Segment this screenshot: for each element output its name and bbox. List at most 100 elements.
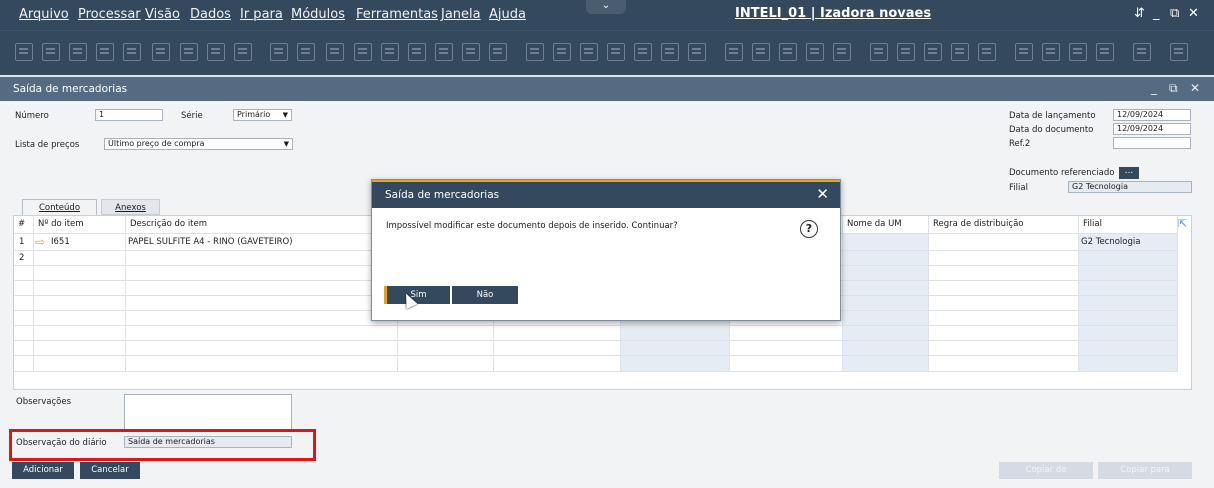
document-draft-icon[interactable] <box>1096 43 1114 61</box>
window-icon[interactable] <box>1133 43 1151 61</box>
dialog-close-icon[interactable]: ✕ <box>816 185 829 203</box>
payment-icon[interactable] <box>607 43 625 61</box>
launch-icon[interactable] <box>234 43 252 61</box>
exchange-rate-icon[interactable] <box>897 43 915 61</box>
col-header-regra[interactable]: Regra de distribuição <box>929 216 1023 233</box>
lista-precos-select[interactable]: Último preço de compra ▼ <box>104 138 293 150</box>
grid-line <box>14 371 1178 372</box>
menu-janela[interactable]: Janela <box>441 7 481 22</box>
col-header-filial[interactable]: Filial <box>1079 216 1102 233</box>
company-name[interactable]: INTELI_01 | Izadora novaes <box>735 6 931 21</box>
nao-button[interactable]: Não <box>452 286 518 304</box>
col-header-descricao[interactable]: Descrição do item <box>126 216 207 233</box>
help-icon[interactable] <box>1170 43 1188 61</box>
dropdown-arrow-icon[interactable]: ▼ <box>283 110 288 120</box>
data-documento-field[interactable]: 12/09/2024 <box>1113 123 1191 135</box>
sort-table-icon[interactable] <box>489 43 507 61</box>
add-icon[interactable] <box>297 43 315 61</box>
grid-line <box>928 216 929 371</box>
link-arrow-icon[interactable]: ⇨ <box>35 235 45 249</box>
data-lancamento-field[interactable]: 12/09/2024 <box>1113 109 1191 121</box>
menu-ferramentas[interactable]: Ferramentas <box>356 7 438 22</box>
col-header-nome-um[interactable]: Nome da UM <box>843 216 902 233</box>
refresh-icon[interactable] <box>435 43 453 61</box>
menu-dados[interactable]: Dados <box>190 7 231 22</box>
message-icon[interactable] <box>806 43 824 61</box>
first-record-icon[interactable] <box>326 43 344 61</box>
sms-icon[interactable] <box>123 43 141 61</box>
form-settings-icon[interactable] <box>779 43 797 61</box>
find-icon[interactable] <box>270 43 288 61</box>
pdf-icon[interactable] <box>207 43 225 61</box>
excel-icon[interactable] <box>152 43 170 61</box>
doc-restore-icon[interactable]: ⧉ <box>1169 81 1178 96</box>
volume-weight-icon[interactable] <box>688 43 706 61</box>
dropdown-arrow-icon[interactable]: ▼ <box>284 139 289 149</box>
menu-ajuda[interactable]: Ajuda <box>489 7 526 22</box>
calculator-icon[interactable] <box>870 43 888 61</box>
tab-conteudo[interactable]: Conteúdo <box>22 199 97 215</box>
menu-visao[interactable]: Visão <box>145 7 180 22</box>
menu-ir-para[interactable]: Ir para <box>240 7 283 22</box>
preview-icon[interactable] <box>15 43 33 61</box>
email-icon[interactable] <box>96 43 114 61</box>
gross-profit-icon[interactable] <box>661 43 679 61</box>
menu-processar[interactable]: Processar <box>78 7 141 22</box>
observacoes-field[interactable] <box>124 394 292 432</box>
ref2-field[interactable] <box>1113 137 1191 149</box>
word-icon[interactable] <box>180 43 198 61</box>
chevron-down-icon[interactable]: ⌄ <box>586 0 626 14</box>
col-header-num[interactable]: # <box>14 216 25 233</box>
cancelar-button[interactable]: Cancelar <box>80 462 140 479</box>
calendar-icon[interactable] <box>924 43 942 61</box>
copiar-de-button[interactable]: Copiar de <box>999 462 1093 479</box>
print-layout-icon[interactable] <box>69 43 87 61</box>
doc-close-icon[interactable]: ✕ <box>1190 81 1200 95</box>
shaded-column <box>842 233 929 371</box>
sim-button[interactable]: Sim <box>384 286 450 304</box>
minimize-icon[interactable]: _ <box>1153 6 1160 21</box>
print-icon[interactable] <box>42 43 60 61</box>
previous-record-icon[interactable] <box>354 43 372 61</box>
menu-modulos[interactable]: Módulos <box>291 7 345 22</box>
expand-icon[interactable]: ⇱ <box>1178 217 1187 230</box>
settings-icon[interactable] <box>752 43 770 61</box>
tab-anexos[interactable]: Anexos <box>101 199 160 215</box>
user-icon[interactable] <box>978 43 996 61</box>
sort-icon[interactable]: ⇵ <box>1134 6 1145 21</box>
report-icon[interactable] <box>1015 43 1033 61</box>
adicionar-button[interactable]: Adicionar <box>12 462 74 479</box>
row-number: 2 <box>19 253 25 263</box>
restore-icon[interactable]: ⧉ <box>1170 6 1179 21</box>
shaded-column <box>1079 233 1177 371</box>
ref2-label: Ref.2 <box>1009 139 1031 149</box>
close-icon[interactable]: ✕ <box>1188 6 1199 21</box>
doc-minimize-icon[interactable]: _ <box>1151 81 1157 95</box>
dashboard-icon[interactable] <box>1042 43 1060 61</box>
data-lancamento-label: Data de lançamento <box>1009 111 1096 121</box>
alert-icon[interactable] <box>833 43 851 61</box>
target-document-icon[interactable] <box>553 43 571 61</box>
last-record-icon[interactable] <box>408 43 426 61</box>
item-filial[interactable]: G2 Tecnologia <box>1081 237 1140 247</box>
balance-icon[interactable] <box>634 43 652 61</box>
copiar-para-button[interactable]: Copiar para <box>1098 462 1192 479</box>
filter-icon[interactable] <box>462 43 480 61</box>
documento-referenciado-label: Documento referenciado <box>1009 168 1115 178</box>
serie-select[interactable]: Primário ▼ <box>233 109 292 121</box>
item-code[interactable]: I651 <box>51 237 70 247</box>
menu-arquivo[interactable]: Arquivo <box>19 7 69 22</box>
chart-icon[interactable] <box>1069 43 1087 61</box>
col-header-item[interactable]: Nº do item <box>34 216 84 233</box>
user-group-icon[interactable] <box>951 43 969 61</box>
filial-field[interactable]: G2 Tecnologia <box>1068 181 1192 193</box>
item-description[interactable]: PAPEL SULFITE A4 - RINO (GAVETEIRO) <box>128 237 293 247</box>
question-icon[interactable]: ? <box>800 220 818 238</box>
next-record-icon[interactable] <box>381 43 399 61</box>
doc-ref-button[interactable]: ... <box>1119 167 1139 179</box>
edit-icon[interactable] <box>725 43 743 61</box>
lista-precos-label: Lista de preços <box>15 140 80 150</box>
journal-entry-icon[interactable] <box>580 43 598 61</box>
numero-field[interactable]: 1 <box>95 109 163 121</box>
base-document-icon[interactable] <box>526 43 544 61</box>
